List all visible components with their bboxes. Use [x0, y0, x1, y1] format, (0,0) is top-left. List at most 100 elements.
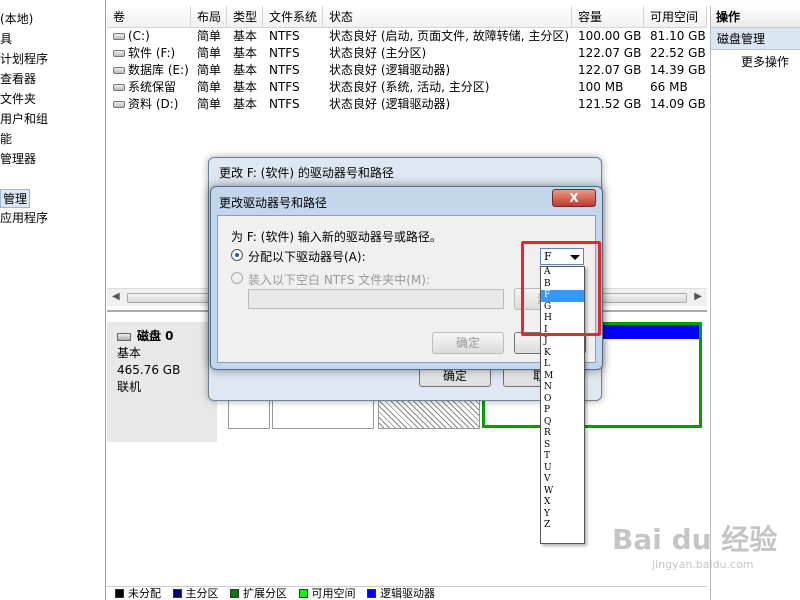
drive-letter-option[interactable]: Z	[541, 520, 584, 532]
tree-item-shared-folders[interactable]: 文件夹	[0, 90, 36, 107]
mount-folder-label[interactable]: 装入以下空白 NTFS 文件夹中(M):	[248, 271, 430, 288]
cell-volume: 系统保留	[107, 79, 191, 96]
drive-icon	[113, 84, 125, 91]
drive-icon	[113, 50, 125, 57]
cell-filesystem: NTFS	[269, 63, 300, 77]
cell-layout: 简单	[197, 97, 222, 111]
mount-folder-radio[interactable]	[231, 272, 243, 284]
cell-free-space: 66 MB	[650, 80, 688, 94]
legend-swatch	[230, 589, 239, 598]
table-row[interactable]: 系统保留 简单 基本 NTFS 状态良好 (系统, 活动, 主分区) 100 M…	[107, 79, 707, 96]
tree-item-disk-management[interactable]: 管理	[0, 189, 31, 208]
col-header-volume[interactable]: 卷	[107, 6, 191, 28]
drive-letter-option[interactable]: X	[541, 497, 584, 509]
scroll-left-icon[interactable]: ◀	[112, 291, 120, 302]
legend-item: 逻辑驱动器	[367, 587, 435, 600]
table-row[interactable]: 资料 (D:) 简单 基本 NTFS 状态良好 (逻辑驱动器) 121.52 G…	[107, 96, 707, 113]
tree-item-local[interactable]: (本地)	[0, 10, 33, 27]
cell-filesystem: NTFS	[269, 46, 300, 60]
nav-tree: (本地) 具 计划程序 查看器 文件夹 用户和组 能 管理器 管理 应用程序	[0, 0, 106, 600]
disk-status: 联机	[117, 380, 142, 394]
tree-item-tools[interactable]: 具	[0, 30, 12, 47]
drive-letter-option[interactable]: O	[541, 394, 584, 406]
watermark-logo: Bai du 经验	[612, 523, 778, 556]
drive-letter-option[interactable]: S	[541, 440, 584, 452]
col-header-status[interactable]: 状态	[323, 6, 572, 28]
mount-path-input[interactable]	[248, 289, 504, 309]
drive-letter-option[interactable]: W	[541, 486, 584, 498]
cell-filesystem: NTFS	[269, 80, 300, 94]
drive-letter-option[interactable]: M	[541, 371, 584, 383]
drive-letter-option[interactable]: K	[541, 348, 584, 360]
tree-item-event-viewer[interactable]: 查看器	[0, 70, 36, 87]
more-actions-link[interactable]: 更多操作	[711, 50, 800, 74]
assign-letter-radio[interactable]	[231, 249, 243, 261]
legend-swatch	[367, 589, 376, 598]
cell-free-space: 81.10 GB	[650, 29, 706, 43]
cell-free-space: 22.52 GB	[650, 46, 706, 60]
close-button[interactable]: X	[552, 189, 596, 207]
drive-letter-option[interactable]: Q	[541, 417, 584, 429]
close-icon: X	[569, 191, 579, 205]
cell-type: 基本	[233, 63, 258, 77]
drive-letter-option[interactable]: Y	[541, 509, 584, 521]
legend-swatch	[115, 589, 124, 598]
drive-letter-option[interactable]: P	[541, 405, 584, 417]
cell-free-space: 14.39 GB	[650, 63, 706, 77]
disk-icon	[117, 332, 131, 341]
tree-item-services-apps[interactable]: 应用程序	[0, 209, 48, 226]
cell-type: 基本	[233, 80, 258, 94]
annotation-highlight-box	[521, 241, 601, 336]
disk-size: 465.76 GB	[117, 363, 181, 377]
drive-icon	[113, 101, 125, 108]
scroll-right-icon[interactable]: ▶	[694, 291, 702, 302]
col-header-layout[interactable]: 布局	[191, 6, 227, 28]
drive-letter-option[interactable]: R	[541, 428, 584, 440]
cell-layout: 简单	[197, 29, 222, 43]
cell-status: 状态良好 (逻辑驱动器)	[329, 63, 451, 77]
cell-capacity: 100.00 GB	[578, 29, 642, 43]
cell-status: 状态良好 (系统, 活动, 主分区)	[329, 80, 490, 94]
cell-layout: 简单	[197, 63, 222, 77]
ok-button[interactable]: 确定	[432, 332, 504, 354]
cell-volume: 软件 (F:)	[107, 45, 191, 62]
dialog-title: 更改驱动器号和路径	[219, 196, 328, 210]
drive-letter-option[interactable]: N	[541, 382, 584, 394]
actions-pane: 操作 磁盘管理 更多操作	[710, 6, 800, 600]
legend: 未分配 主分区 扩展分区 可用空间 逻辑驱动器	[107, 586, 707, 600]
dialog-prompt: 为 F: (软件) 输入新的驱动器号或路径。	[231, 230, 442, 244]
legend-item: 未分配	[115, 587, 161, 600]
tree-item-device-manager[interactable]: 管理器	[0, 150, 36, 167]
cell-capacity: 100 MB	[578, 80, 624, 94]
tree-item-users-groups[interactable]: 用户和组	[0, 110, 48, 127]
disk-name: 磁盘 0	[137, 329, 174, 343]
col-header-filesystem[interactable]: 文件系统	[263, 6, 323, 28]
actions-title: 操作	[711, 6, 800, 28]
drive-letter-option[interactable]: L	[541, 359, 584, 371]
disk-type: 基本	[117, 346, 142, 360]
cell-type: 基本	[233, 46, 258, 60]
drive-letter-option[interactable]: U	[541, 463, 584, 475]
table-row[interactable]: (C:) 简单 基本 NTFS 状态良好 (启动, 页面文件, 故障转储, 主分…	[107, 28, 707, 45]
col-header-capacity[interactable]: 容量	[572, 6, 644, 28]
cell-volume: 资料 (D:)	[107, 96, 191, 113]
cell-capacity: 121.52 GB	[578, 97, 642, 111]
legend-swatch	[298, 589, 308, 598]
cell-status: 状态良好 (逻辑驱动器)	[329, 97, 451, 111]
cell-filesystem: NTFS	[269, 97, 300, 111]
tree-item-performance[interactable]: 能	[0, 130, 12, 147]
col-header-type[interactable]: 类型	[227, 6, 263, 28]
actions-section-disk-management[interactable]: 磁盘管理	[711, 28, 800, 50]
col-header-free-space[interactable]: 可用空间	[644, 6, 707, 28]
cell-filesystem: NTFS	[269, 29, 300, 43]
drive-letter-option[interactable]: J	[541, 336, 584, 348]
drive-letter-option[interactable]: T	[541, 451, 584, 463]
disk-info[interactable]: 磁盘 0 基本 465.76 GB 联机	[107, 322, 217, 442]
table-row[interactable]: 数据库 (E:) 简单 基本 NTFS 状态良好 (逻辑驱动器) 122.07 …	[107, 62, 707, 79]
drive-letter-option[interactable]: V	[541, 474, 584, 486]
legend-item: 主分区	[172, 587, 219, 600]
assign-letter-label[interactable]: 分配以下驱动器号(A):	[248, 248, 366, 265]
cell-layout: 简单	[197, 46, 222, 60]
tree-item-task-scheduler[interactable]: 计划程序	[0, 50, 48, 67]
table-row[interactable]: 软件 (F:) 简单 基本 NTFS 状态良好 (主分区) 122.07 GB …	[107, 45, 707, 62]
